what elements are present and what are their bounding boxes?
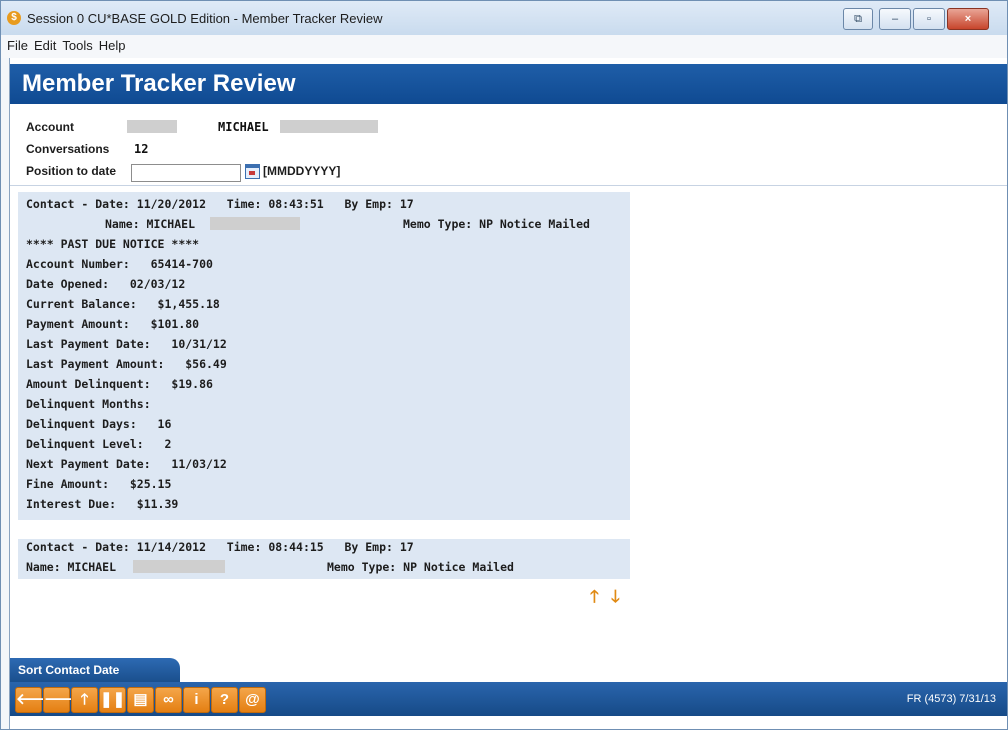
link-icon[interactable]: ∞ — [155, 687, 182, 713]
pause-icon[interactable]: ❚❚ — [99, 687, 126, 713]
page-banner: Member Tracker Review — [10, 64, 1007, 104]
conversations-count: 12 — [134, 142, 149, 156]
app-logo-icon: $ — [7, 11, 21, 25]
memo-line: Next Payment Date: 11/03/12 — [26, 457, 227, 471]
restore-view-icon[interactable]: ⧉ — [843, 8, 873, 30]
memo-line: Last Payment Amount: $56.49 — [26, 357, 227, 371]
title-bar[interactable]: $ Session 0 CU*BASE GOLD Edition - Membe… — [1, 1, 1007, 35]
up-arrow-icon[interactable]: 🡑 — [71, 687, 98, 713]
status-text: FR (4573) 7/31/13 — [906, 693, 996, 705]
memo-line: Interest Due: $11.39 — [26, 497, 179, 511]
memo-line: **** PAST DUE NOTICE **** — [26, 237, 200, 251]
menu-bar: File Edit Tools Help — [1, 35, 1007, 58]
scroll-up-icon[interactable]: 🡑 — [590, 584, 599, 613]
memo-line: Delinquent Level: 2 — [26, 437, 172, 451]
menu-edit[interactable]: Edit — [28, 35, 56, 53]
close-button[interactable]: × — [947, 8, 989, 30]
menu-tools[interactable]: Tools — [56, 35, 92, 53]
minimize-button[interactable]: – — [879, 8, 911, 30]
menu-help[interactable]: Help — [93, 35, 126, 53]
memo-line: Delinquent Months: — [26, 397, 151, 411]
memo-line: Amount Delinquent: $19.86 — [26, 377, 213, 391]
at-icon[interactable]: @ — [239, 687, 266, 713]
member-surname-redacted — [280, 120, 378, 133]
memo-line: Fine Amount: $25.15 — [26, 477, 172, 491]
memo-line: Current Balance: $1,455.18 — [26, 297, 220, 311]
contact-surname-redacted — [210, 217, 300, 230]
contact-memo-type: Memo Type: NP Notice Mailed — [403, 217, 590, 231]
calendar-icon[interactable] — [245, 164, 260, 179]
main-content: Member Tracker Review Account MICHAEL Co… — [9, 58, 1007, 729]
account-number-redacted — [127, 120, 177, 133]
app-window: $ Session 0 CU*BASE GOLD Edition - Membe… — [0, 0, 1008, 730]
memo-line: Last Payment Date: 10/31/12 — [26, 337, 227, 351]
position-to-date-label: Position to date — [26, 164, 116, 178]
tab-sort-contact-date[interactable]: Sort Contact Date — [10, 658, 180, 682]
date-format-hint: [MMDDYYYY] — [263, 164, 341, 178]
tab-label: Sort Contact Date — [18, 663, 120, 677]
window-title: Session 0 CU*BASE GOLD Edition - Member … — [27, 11, 383, 26]
contact-header: Contact - Date: 11/20/2012 Time: 08:43:5… — [26, 197, 414, 211]
contact-surname-redacted — [133, 560, 225, 573]
print-icon[interactable]: ▤ — [127, 687, 154, 713]
member-name: MICHAEL — [218, 120, 269, 134]
help-icon[interactable]: ? — [211, 687, 238, 713]
memo-line: Date Opened: 02/03/12 — [26, 277, 186, 291]
memo-line: Account Number: 65414-700 — [26, 257, 213, 271]
page-title: Member Tracker Review — [22, 70, 296, 97]
contact-memo-type: Memo Type: NP Notice Mailed — [327, 560, 514, 574]
menu-file[interactable]: File — [1, 35, 28, 53]
memo-line: Delinquent Days: 16 — [26, 417, 172, 431]
bottom-toolbar: 🡐 🡒 🡑 ❚❚ ▤ ∞ i? @ FR (4573) 7/31/13 — [10, 682, 1007, 716]
divider — [10, 185, 1007, 186]
maximize-button[interactable]: ▫ — [913, 8, 945, 30]
contact-name: Name: MICHAEL — [105, 217, 196, 231]
scroll-down-icon[interactable]: 🡓 — [611, 584, 620, 613]
account-label: Account — [26, 120, 74, 134]
forward-arrow-icon[interactable]: 🡒 — [43, 687, 84, 713]
position-date-input[interactable] — [131, 164, 241, 182]
info-icon[interactable]: i — [183, 687, 210, 713]
memo-line: Payment Amount: $101.80 — [26, 317, 200, 331]
contact-header: Contact - Date: 11/14/2012 Time: 08:44:1… — [26, 540, 414, 554]
conversations-label: Conversations — [26, 142, 110, 156]
contact-name: Name: MICHAEL — [26, 560, 117, 574]
back-arrow-icon[interactable]: 🡐 — [15, 687, 56, 713]
